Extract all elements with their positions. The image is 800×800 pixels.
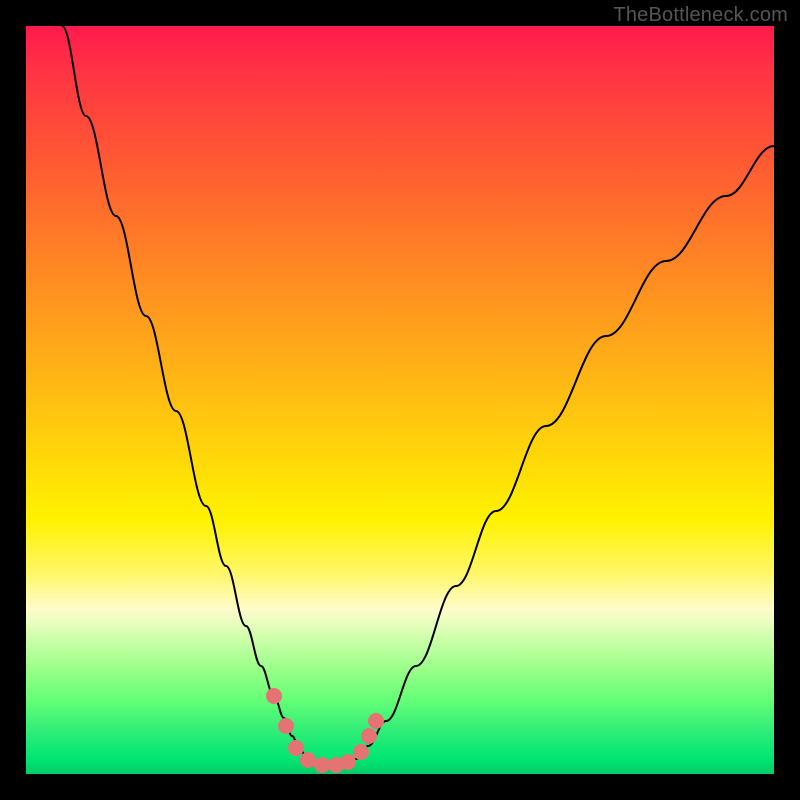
curve-marker bbox=[288, 740, 304, 756]
curve-marker bbox=[353, 744, 369, 760]
curve-marker bbox=[340, 754, 356, 770]
curve-marker bbox=[266, 688, 282, 704]
curve-marker bbox=[300, 752, 316, 768]
curve-markers bbox=[266, 688, 384, 773]
chart-frame: TheBottleneck.com bbox=[0, 0, 800, 800]
curve-marker bbox=[314, 757, 330, 773]
bottleneck-curve bbox=[62, 26, 774, 766]
watermark-text: TheBottleneck.com bbox=[613, 4, 788, 27]
curve-marker bbox=[278, 718, 294, 734]
chart-svg bbox=[26, 26, 774, 774]
curve-marker bbox=[368, 713, 384, 729]
curve-marker bbox=[361, 728, 377, 744]
